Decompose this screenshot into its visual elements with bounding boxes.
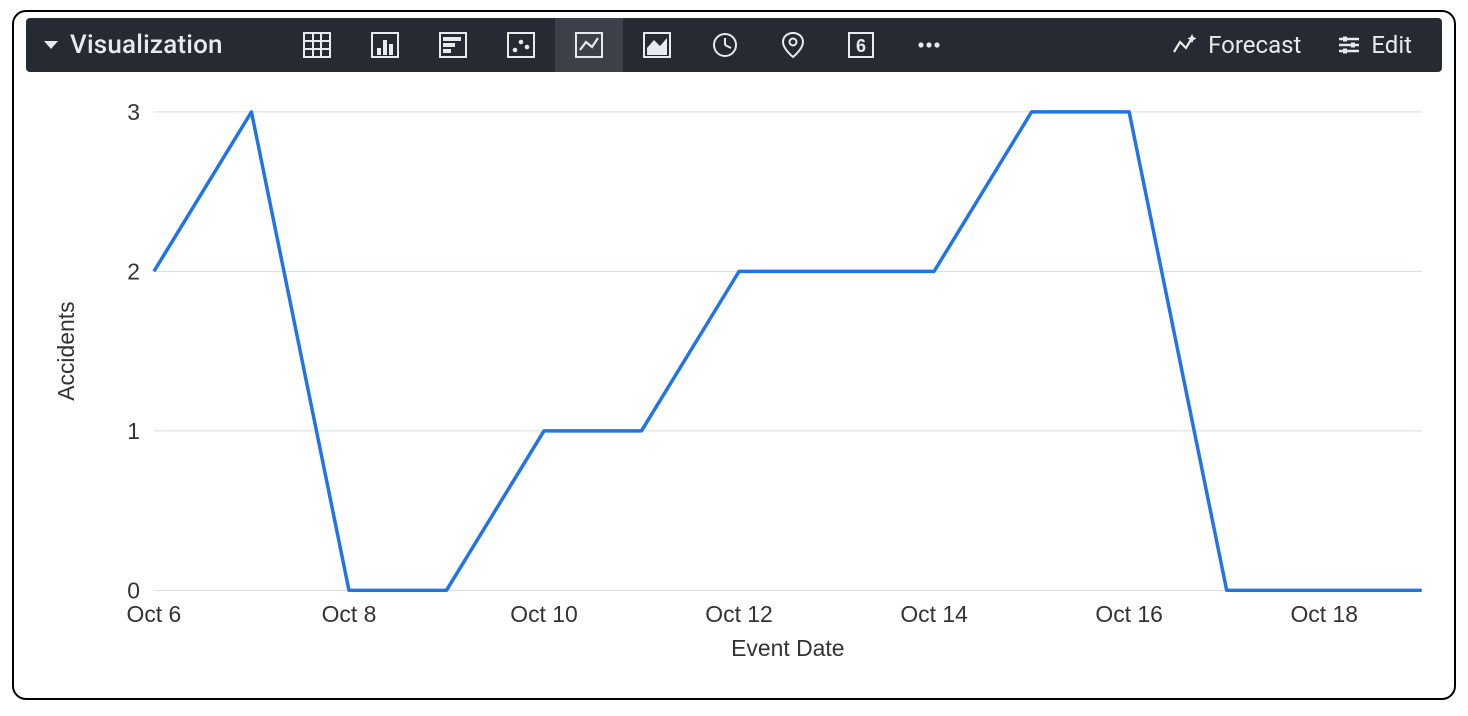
more-icon[interactable] <box>895 18 963 72</box>
forecast-button[interactable]: Forecast <box>1172 31 1301 59</box>
x-tick-label: Oct 14 <box>900 601 968 627</box>
chart-area: 0 1 2 3 Oct 6 Oct 8 Oct 10 Oct 12 Oct 14 Oct 16 Oc… <box>26 82 1442 686</box>
column-chart-icon[interactable] <box>351 18 419 72</box>
toolbar-right: Forecast Edit <box>1172 31 1442 59</box>
x-tick-label: Oct 10 <box>510 601 577 627</box>
toolbar-title-group[interactable]: Visualization <box>26 30 223 60</box>
forecast-label: Forecast <box>1208 31 1301 59</box>
y-tick-label: 2 <box>127 258 140 284</box>
x-tick-label: Oct 6 <box>127 601 182 627</box>
toolbar-title: Visualization <box>70 30 223 60</box>
y-tick-label: 0 <box>127 577 140 603</box>
svg-text:6: 6 <box>856 36 866 56</box>
app-frame: Visualization <box>12 10 1456 700</box>
map-pin-icon[interactable] <box>759 18 827 72</box>
x-tick-label: Oct 8 <box>322 601 377 627</box>
caret-down-icon <box>44 41 58 49</box>
chart-type-icons: 6 <box>283 18 963 72</box>
data-line <box>154 112 1422 590</box>
edit-button[interactable]: Edit <box>1337 31 1412 59</box>
table-icon[interactable] <box>283 18 351 72</box>
sparkle-icon <box>1172 32 1198 58</box>
y-tick-label: 1 <box>127 418 140 444</box>
y-axis-label: Accidents <box>53 301 79 400</box>
x-tick-label: Oct 16 <box>1095 601 1162 627</box>
y-tick-label: 3 <box>127 99 140 125</box>
bar-chart-icon[interactable] <box>419 18 487 72</box>
line-chart-icon[interactable] <box>555 18 623 72</box>
single-value-icon[interactable]: 6 <box>827 18 895 72</box>
line-chart: 0 1 2 3 Oct 6 Oct 8 Oct 10 Oct 12 Oct 14 Oct 16 Oc… <box>26 82 1442 686</box>
timewrap-icon[interactable] <box>691 18 759 72</box>
visualization-toolbar: Visualization <box>26 18 1442 72</box>
scatter-icon[interactable] <box>487 18 555 72</box>
edit-label: Edit <box>1371 31 1412 59</box>
x-tick-label: Oct 12 <box>705 601 772 627</box>
x-tick-label: Oct 18 <box>1290 601 1357 627</box>
sliders-icon <box>1337 33 1361 57</box>
x-axis-label: Event Date <box>731 635 844 661</box>
area-chart-icon[interactable] <box>623 18 691 72</box>
